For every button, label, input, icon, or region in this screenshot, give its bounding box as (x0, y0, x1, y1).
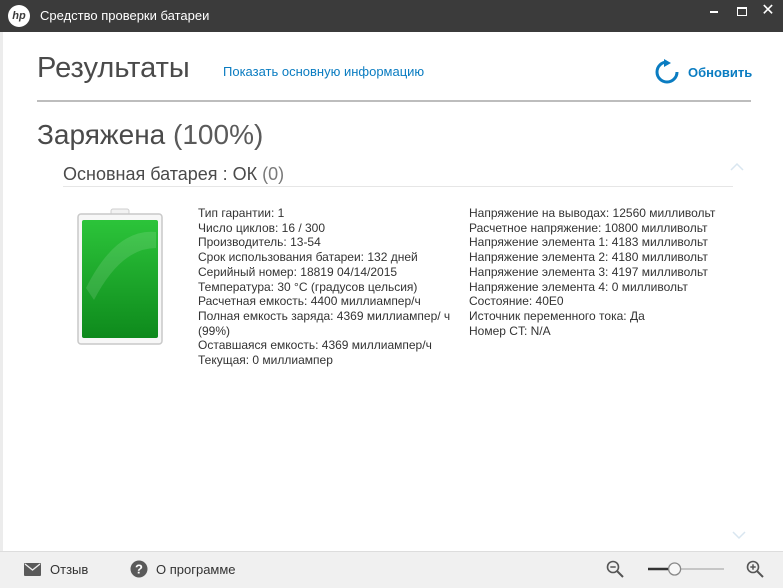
zoom-in-icon[interactable] (746, 560, 764, 578)
detail-row: Оставшаяся емкость: 4369 миллиампер/ч (198, 338, 432, 353)
battery-divider (63, 186, 733, 187)
detail-row: Расчетная емкость: 4400 миллиампер/ч (198, 294, 421, 309)
battery-details-right: Напряжение на выводах: 12560 милливольт Р… (469, 206, 739, 338)
about-label: О программе (156, 561, 236, 577)
page-title: Результаты (37, 52, 190, 84)
detail-row: Напряжение элемента 3: 4197 милливольт (469, 264, 708, 279)
envelope-icon (24, 563, 41, 576)
feedback-label: Отзыв (50, 562, 89, 577)
minimize-button[interactable] (700, 0, 728, 24)
minimize-icon (710, 10, 718, 13)
window-title: Средство проверки батареи (40, 8, 210, 23)
zoom-out-icon[interactable] (606, 560, 624, 578)
zoom-slider[interactable] (646, 560, 726, 578)
refresh-button[interactable]: Обновить (654, 58, 752, 86)
battery-icon (77, 208, 163, 345)
hp-logo-icon: hp (8, 5, 30, 27)
detail-row: Номер CT: N/A (469, 323, 551, 338)
detail-row: Полная емкость заряда: 4369 миллиампер/ … (198, 308, 451, 338)
detail-row: Срок использования батареи: 132 дней (198, 250, 418, 265)
detail-row: Температура: 30 °C (градусов цельсия) (198, 279, 418, 294)
bottom-bar: Отзыв ? О программе (0, 551, 783, 588)
refresh-label: Обновить (688, 64, 753, 80)
detail-row: Источник переменного тока: Да (469, 308, 645, 323)
chevron-up-icon[interactable] (730, 162, 744, 172)
battery-heading[interactable]: Основная батарея : ОК (0) (63, 164, 284, 185)
detail-row: Производитель: 13-54 (198, 235, 321, 250)
svg-text:?: ? (135, 562, 143, 577)
detail-row: Тип гарантии: 1 (198, 206, 285, 220)
help-circle-icon: ? (130, 560, 148, 578)
refresh-icon (655, 59, 679, 84)
maximize-icon (737, 7, 747, 17)
charge-percent: (100%) (173, 119, 264, 150)
charge-state: Заряжена (37, 119, 166, 150)
about-button[interactable]: ? О программе (130, 560, 236, 578)
battery-separator: : (222, 164, 228, 184)
left-edge (0, 32, 3, 552)
detail-row: Серийный номер: 18819 04/14/2015 (198, 264, 398, 279)
detail-row: Состояние: 40E0 (469, 294, 564, 309)
battery-details-left: Тип гарантии: 1 Число циклов: 16 / 300 Про… (198, 206, 460, 368)
feedback-button[interactable]: Отзыв (24, 562, 88, 577)
chevron-down-icon[interactable] (732, 530, 746, 540)
detail-row: Напряжение элемента 2: 4180 милливольт (469, 250, 708, 265)
zoom-slider-thumb[interactable] (667, 562, 682, 576)
battery-check-window: hp Средство проверки батареи ✕ Результат… (0, 0, 783, 588)
maximize-button[interactable] (728, 0, 756, 24)
charge-status: Заряжена (100%) (37, 119, 263, 151)
battery-result-code: (0) (262, 164, 285, 184)
detail-row: Напряжение на выводах: 12560 милливольт (469, 206, 716, 220)
detail-row: Напряжение элемента 1: 4183 милливольт (469, 235, 708, 250)
title-bar: hp Средство проверки батареи ✕ (0, 0, 783, 32)
detail-row: Напряжение элемента 4: 0 милливольт (469, 279, 688, 294)
detail-row: Расчетное напряжение: 10800 милливольт (469, 220, 708, 235)
close-button[interactable]: ✕ (754, 0, 782, 24)
battery-result: ОК (232, 164, 258, 184)
header-divider (37, 100, 751, 102)
battery-name: Основная батарея (63, 164, 218, 184)
detail-row: Число циклов: 16 / 300 (198, 220, 326, 235)
show-basic-info-link[interactable]: Показать основную информацию (223, 64, 424, 79)
detail-row: Текущая: 0 миллиампер (198, 353, 333, 368)
